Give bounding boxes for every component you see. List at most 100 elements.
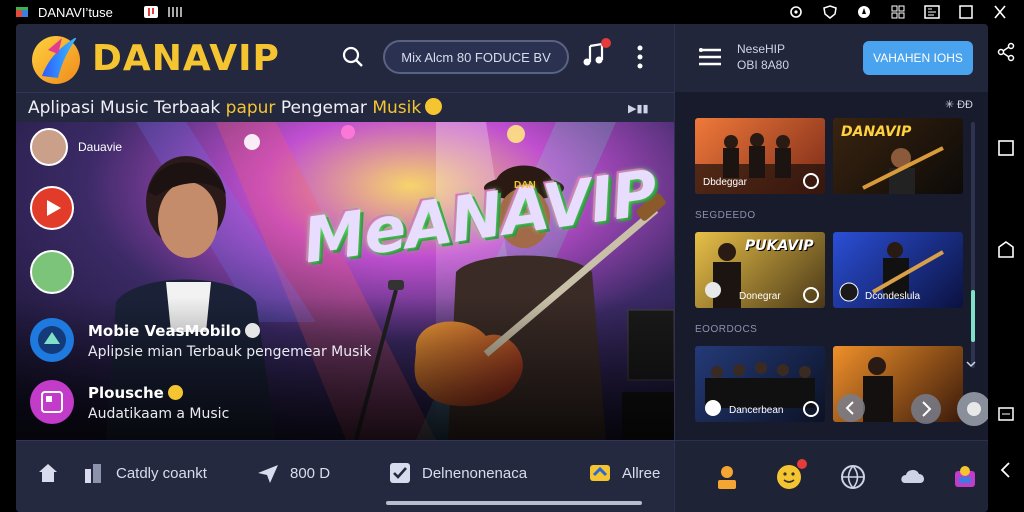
gallery-icon[interactable] <box>924 5 940 19</box>
smile-emoji-icon <box>425 98 443 115</box>
app-window: DANAVIP Mix Alcm 80 FODUCE BV Aplipasi M… <box>16 24 988 512</box>
thumbnail-label: Dancerbean <box>729 405 784 416</box>
avatar[interactable] <box>30 128 68 166</box>
side-bottom-bar <box>675 440 988 512</box>
thumbnail-card[interactable]: Dcondeslula <box>833 232 963 308</box>
smile-emoji-icon <box>167 385 183 400</box>
chevron-down-icon[interactable] <box>965 360 977 368</box>
character-avatar[interactable] <box>30 250 74 294</box>
grid-icon[interactable] <box>890 5 906 19</box>
thumbnail-title: PUKAVIP <box>745 238 814 254</box>
hero-banner[interactable]: MeANAVIP DAN Dauavie Mobie VeasMobilo Ap… <box>16 122 674 440</box>
recents-icon[interactable] <box>996 138 1016 158</box>
smile-emoji-icon <box>245 323 261 338</box>
nav-flight[interactable]: 800 D <box>256 459 330 487</box>
nav-label: 800 D <box>290 464 331 482</box>
character-icon[interactable] <box>951 463 979 491</box>
notification-badge <box>601 38 611 48</box>
back-icon[interactable] <box>996 460 1016 480</box>
record-button[interactable] <box>957 392 988 426</box>
row-subtitle: Audatikaam a Music <box>88 406 230 422</box>
next-button[interactable] <box>911 394 941 424</box>
window-icon[interactable] <box>958 5 974 19</box>
side-subbar: ✳ ĐĐ <box>675 92 988 116</box>
search-input[interactable]: Mix Alcm 80 FODUCE BV <box>383 40 569 74</box>
logo-icon <box>32 36 80 84</box>
home-indicator[interactable] <box>386 501 642 505</box>
status-bar: DANAVI’tuse <box>0 0 1024 24</box>
share-icon[interactable] <box>996 42 1016 62</box>
tagline-text-4: Musik <box>372 98 422 118</box>
thumbnail-card[interactable]: PUKAVIP Donegrar <box>695 232 825 308</box>
play-icon[interactable] <box>803 173 819 189</box>
thumbnail-label: Dcondeslula <box>865 291 921 302</box>
close-icon[interactable] <box>992 5 1008 19</box>
bottom-nav: Catdly coankt 800 D Delnenonenaca Allree <box>16 440 674 512</box>
section-label: SEGDEEDO <box>695 210 756 221</box>
row-title: Plousche <box>88 384 183 402</box>
scrollbar-thumb[interactable] <box>971 290 975 342</box>
main-pane: DANAVIP Mix Alcm 80 FODUCE BV Aplipasi M… <box>16 24 674 512</box>
side-header-line-1: NeseHIP <box>737 42 786 56</box>
wifi-icon[interactable] <box>788 5 804 19</box>
home-nav-icon[interactable] <box>996 240 1016 260</box>
play-icon[interactable] <box>803 401 819 417</box>
thumbnail-card[interactable]: DANAVIP <box>833 118 963 194</box>
cloud-icon[interactable] <box>899 463 927 491</box>
search-icon[interactable] <box>342 46 364 68</box>
compass-icon[interactable] <box>856 5 872 19</box>
globe-icon[interactable] <box>839 463 867 491</box>
tagline-text-2: papur <box>225 98 281 118</box>
shield-icon[interactable] <box>822 5 838 19</box>
previous-button[interactable] <box>837 394 865 422</box>
nav-label: Delnenonenaca <box>422 464 528 482</box>
nav-check[interactable]: Delnenonenaca <box>388 459 527 487</box>
avatar-label: Dauavie <box>78 140 123 154</box>
nav-store[interactable]: Allree <box>588 459 660 487</box>
store-icon <box>590 465 610 481</box>
nav-label: Catdly coankt <box>116 464 207 482</box>
top-bar: DANAVIP Mix Alcm 80 FODUCE BV <box>16 24 674 92</box>
nav-label: Allree <box>622 464 661 482</box>
play-app-icon[interactable] <box>30 186 74 230</box>
thumbnail-card[interactable]: Dancerbean <box>695 346 825 422</box>
brand-title: DANAVIP <box>92 38 280 79</box>
tagline-row: Aplipasi Music Terbaak papur Pengemar Mu… <box>16 92 674 122</box>
nav-library[interactable]: Catdly coankt <box>82 459 207 487</box>
status-app-name: DANAVI’tuse <box>38 4 113 20</box>
side-header: NeseHIP OBI 8A80 VAHAHEN IOHS <box>675 24 988 92</box>
user-icon[interactable] <box>713 463 741 491</box>
manage-button[interactable]: VAHAHEN IOHS <box>863 41 973 75</box>
screen-icon[interactable] <box>996 404 1016 424</box>
thumbnail-card[interactable]: Dbdeggar <box>695 118 825 194</box>
play-icon[interactable] <box>803 287 819 303</box>
thumbnail-label: Dbdeggar <box>703 177 747 188</box>
side-sub-icons[interactable]: ✳ ĐĐ <box>945 98 973 111</box>
app-cube-icon <box>16 7 28 17</box>
row-title: Mobie VeasMobilo <box>88 322 261 340</box>
tagline: Aplipasi Music Terbaak papur Pengemar Mu… <box>28 98 443 118</box>
airplane-icon <box>258 465 278 483</box>
list-item[interactable]: Plousche Audatikaam a Music <box>30 380 390 428</box>
system-nav-rail <box>988 24 1024 512</box>
list-item[interactable]: Mobie VeasMobilo Aplipsie mian Terbauk p… <box>30 318 390 366</box>
nav-home[interactable] <box>36 459 60 487</box>
music-tile-icon <box>143 6 158 18</box>
app-icon <box>30 318 74 362</box>
home-icon <box>39 464 57 482</box>
media-controls-label[interactable]: ▶▮▮ <box>628 102 660 115</box>
more-vert-icon[interactable] <box>636 44 644 70</box>
thumbnail-label: Donegrar <box>739 291 781 302</box>
row-subtitle: Aplipsie mian Terbauk pengemear Musik <box>88 344 372 360</box>
check-icon <box>390 463 410 483</box>
tagline-text-3: Pengemar <box>280 98 373 118</box>
side-header-title: NeseHIP OBI 8A80 <box>737 41 789 73</box>
app-icon <box>30 380 74 424</box>
notification-badge <box>797 459 807 469</box>
side-pane: NeseHIP OBI 8A80 VAHAHEN IOHS ✳ ĐĐ Dbdeg… <box>674 24 988 512</box>
hat-text: DAN <box>514 180 536 191</box>
menu-icon[interactable] <box>697 46 723 68</box>
tagline-text-1: Aplipasi Music Terbaak <box>28 98 226 118</box>
bars-icon <box>167 7 182 17</box>
section-label: EOORDOCS <box>695 324 758 335</box>
